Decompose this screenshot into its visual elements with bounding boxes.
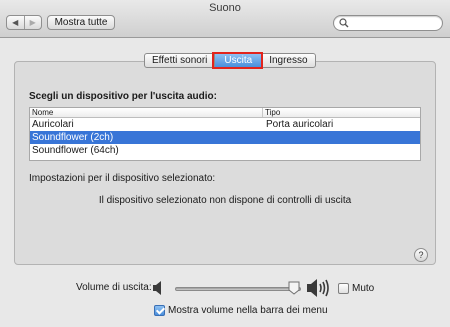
back-arrow-icon: ◀: [12, 18, 19, 27]
tab-sound-effects[interactable]: Effetti sonori: [145, 54, 214, 67]
speaker-high-icon: [307, 279, 329, 297]
tab-bar: Effetti sonori Uscita Ingresso: [144, 53, 316, 68]
window-title: Suono: [209, 2, 241, 14]
device-settings-label: Impostazioni per il dispositivo selezion…: [29, 173, 216, 184]
output-volume-label: Volume di uscita:: [76, 282, 152, 293]
nav-buttons: ◀ ▶: [6, 15, 42, 30]
table-header: Nome Tipo: [30, 108, 420, 118]
show-all-button[interactable]: Mostra tutte: [47, 15, 115, 30]
device-name: Soundflower (2ch): [32, 132, 114, 143]
forward-arrow-icon: ▶: [29, 18, 36, 27]
search-icon: [339, 18, 349, 28]
device-name: Soundflower (64ch): [32, 145, 119, 156]
tab-input[interactable]: Ingresso: [261, 54, 314, 67]
tab-output[interactable]: Uscita: [214, 54, 262, 67]
column-header-name[interactable]: Nome: [30, 108, 263, 117]
device-type: Porta auricolari: [266, 119, 334, 130]
search-field[interactable]: [333, 15, 443, 31]
device-type: [263, 144, 266, 157]
device-type: [263, 131, 266, 144]
no-controls-message: Il dispositivo selezionato non dispone d…: [98, 195, 352, 206]
show-volume-in-menubar-label[interactable]: Mostra volume nella barra dei menu: [168, 305, 328, 316]
table-row[interactable]: Soundflower (64ch): [30, 144, 420, 157]
device-table[interactable]: Nome Tipo Auricolari Porta auricolari So…: [29, 107, 421, 161]
table-row-selected[interactable]: Soundflower (2ch): [30, 131, 420, 144]
mute-checkbox[interactable]: [338, 283, 349, 294]
volume-slider-thumb[interactable]: [288, 281, 300, 295]
device-list-heading: Scegli un dispositivo per l'uscita audio…: [29, 91, 217, 102]
show-volume-in-menubar-checkbox[interactable]: [154, 305, 165, 316]
table-row[interactable]: Auricolari Porta auricolari: [30, 118, 420, 131]
window-toolbar: Suono ◀ ▶ Mostra tutte: [0, 0, 450, 38]
forward-button[interactable]: ▶: [25, 16, 42, 29]
back-button[interactable]: ◀: [7, 16, 25, 29]
mute-label[interactable]: Muto: [352, 283, 374, 294]
help-button[interactable]: ?: [414, 248, 428, 262]
device-name: Auricolari: [32, 119, 74, 130]
volume-slider-track[interactable]: [175, 287, 301, 291]
speaker-low-icon: [153, 281, 161, 295]
column-header-type[interactable]: Tipo: [263, 108, 280, 117]
search-input[interactable]: [350, 17, 438, 29]
